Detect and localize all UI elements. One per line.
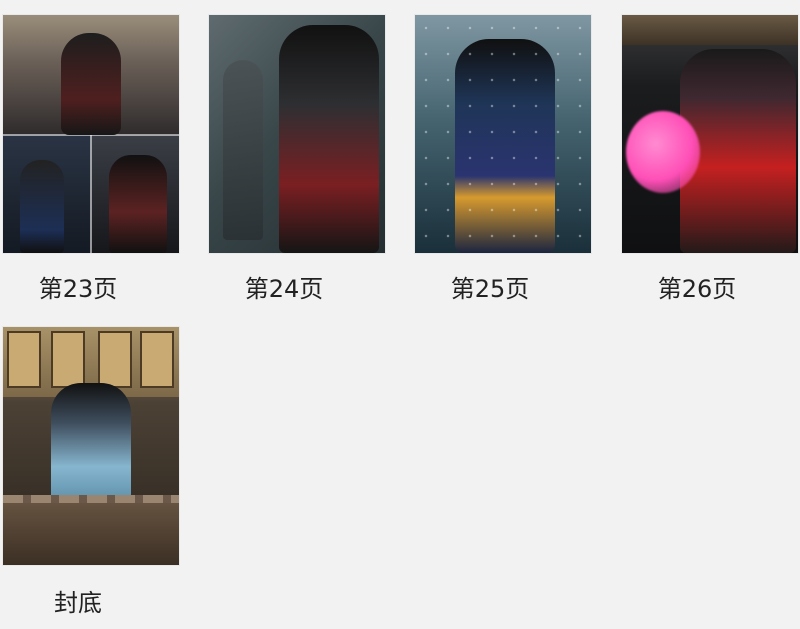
page-card-26[interactable]: 第26页 bbox=[622, 15, 798, 303]
page-24-label: 第24页 bbox=[244, 275, 324, 303]
page-26-label: 第26页 bbox=[657, 275, 737, 303]
page-25-label: 第25页 bbox=[450, 275, 530, 303]
photo-collage-icon bbox=[3, 15, 179, 253]
back-cover-card[interactable]: 封底 bbox=[3, 327, 179, 617]
page-26-thumbnail[interactable] bbox=[622, 15, 798, 253]
photo-icon bbox=[622, 15, 798, 253]
back-cover-thumbnail[interactable] bbox=[3, 327, 179, 565]
page-card-25[interactable]: 第25页 bbox=[415, 15, 591, 303]
page-25-thumbnail[interactable] bbox=[415, 15, 591, 253]
page-24-thumbnail[interactable] bbox=[209, 15, 385, 253]
back-cover-label: 封底 bbox=[54, 589, 102, 617]
page-card-24[interactable]: 第24页 bbox=[209, 15, 385, 303]
page-23-thumbnail[interactable] bbox=[3, 15, 179, 253]
photo-icon bbox=[415, 15, 591, 253]
photo-icon bbox=[3, 327, 179, 565]
photo-icon bbox=[209, 15, 385, 253]
page-card-23[interactable]: 第23页 bbox=[3, 15, 179, 303]
page-23-label: 第23页 bbox=[38, 275, 118, 303]
